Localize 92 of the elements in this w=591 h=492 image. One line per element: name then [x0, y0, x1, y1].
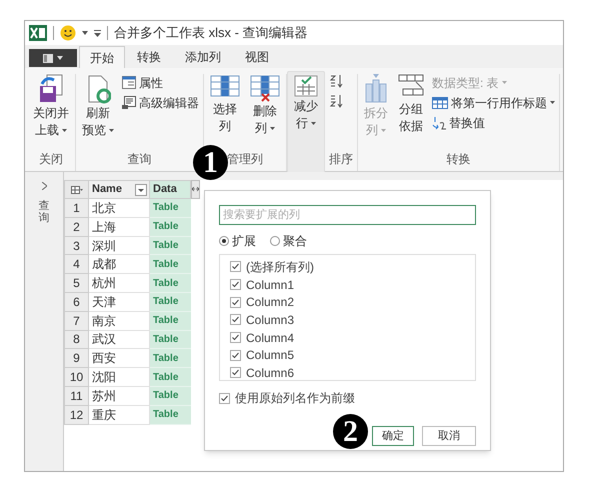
- table-cell: Table: [150, 330, 191, 350]
- checkbox[interactable]: [230, 367, 241, 378]
- ribbon-button[interactable]: 刷新 预览: [80, 74, 116, 138]
- column-option[interactable]: Column3: [230, 311, 475, 329]
- caret-icon[interactable]: [82, 31, 88, 35]
- row-number: 4: [64, 255, 89, 274]
- ribbon-button[interactable]: 关闭并 上载: [31, 74, 71, 138]
- ribbon-button[interactable]: 选择 列: [208, 74, 242, 134]
- checkbox[interactable]: [219, 392, 230, 404]
- replace-values-icon: [432, 116, 446, 130]
- table-cell: Table: [150, 292, 191, 312]
- remove-columns-icon: [250, 74, 280, 102]
- table-menu-button[interactable]: [64, 180, 89, 199]
- row-number: 3: [64, 236, 89, 256]
- row-number: 6: [64, 292, 89, 312]
- expand-column-button[interactable]: [191, 180, 200, 199]
- ribbon-button[interactable]: 属性: [122, 74, 199, 91]
- expand-chevron-icon[interactable]: [42, 182, 46, 190]
- table-cell: Table: [150, 368, 191, 387]
- prefix-option[interactable]: 使用原始列名作为前缀: [219, 389, 476, 407]
- table-cell: Table: [150, 312, 191, 331]
- table-cell: Table: [150, 386, 191, 406]
- sort-button[interactable]: [329, 94, 343, 108]
- column-header[interactable]: Name: [89, 180, 150, 199]
- sort-button[interactable]: [329, 74, 343, 88]
- column-header[interactable]: Data: [150, 180, 191, 199]
- table-cell: Table: [150, 199, 191, 218]
- smiley-icon[interactable]: [60, 25, 76, 41]
- checkbox[interactable]: [230, 314, 241, 326]
- row-number: 8: [64, 330, 89, 350]
- ribbon-tab[interactable]: 添加列: [173, 46, 233, 68]
- ribbon-button[interactable]: 删除 列: [248, 74, 282, 136]
- row-number: 1: [64, 199, 89, 218]
- column-option[interactable]: Column2: [230, 293, 475, 312]
- column-option[interactable]: Column5: [230, 346, 475, 364]
- ribbon-button[interactable]: 将第一行用作标题: [432, 94, 555, 111]
- row-number: 2: [64, 218, 89, 237]
- queries-pane-label[interactable]: 查询: [38, 200, 50, 224]
- menu-icon: [43, 54, 53, 62]
- checkbox[interactable]: [230, 332, 241, 344]
- cancel-button[interactable]: 取消: [422, 426, 476, 446]
- customize-menu-icon[interactable]: [94, 30, 101, 36]
- table-header-icon: [432, 96, 448, 108]
- radio-option[interactable]: 扩展: [219, 232, 256, 250]
- table-icon: [70, 186, 82, 194]
- row-number: 5: [64, 274, 89, 293]
- checkbox[interactable]: [230, 296, 241, 308]
- excel-icon[interactable]: [29, 25, 47, 41]
- window-title: 合并多个工作表 xlsx - 查询编辑器: [114, 24, 308, 42]
- ribbon-button[interactable]: 替换值: [432, 114, 555, 131]
- table-cell: Table: [150, 349, 191, 368]
- checkbox[interactable]: [230, 279, 241, 290]
- group-label: 管理列: [227, 151, 263, 168]
- row-number: 12: [64, 406, 89, 425]
- table-cell: Table: [150, 274, 191, 293]
- ok-button[interactable]: 确定: [372, 426, 414, 446]
- row-number: 10: [64, 368, 89, 387]
- column-option[interactable]: Column6: [230, 364, 475, 382]
- search-field[interactable]: 搜索要扩展的列: [219, 205, 476, 225]
- caret-icon: [57, 56, 63, 60]
- group-label: 查询: [128, 151, 152, 168]
- row-number: 9: [64, 349, 89, 368]
- table-cell: Table: [150, 406, 191, 425]
- reduce-rows-icon: [294, 75, 318, 97]
- editor-icon: [122, 96, 136, 109]
- table-cell: Table: [150, 255, 191, 274]
- group-label: 排序: [329, 151, 353, 168]
- filter-dropdown-icon[interactable]: [135, 184, 147, 196]
- column-option[interactable]: Column1: [230, 276, 475, 294]
- column-option[interactable]: (选择所有列): [230, 258, 475, 276]
- radio-option[interactable]: 聚合: [270, 232, 307, 250]
- ribbon-button[interactable]: 分组 依据: [396, 74, 426, 134]
- sort-ascending-icon: [329, 74, 343, 88]
- file-menu-button[interactable]: [29, 49, 77, 67]
- split-column-icon: [364, 74, 388, 104]
- checkbox[interactable]: [230, 350, 241, 361]
- row-number: 11: [64, 386, 89, 406]
- ribbon-button[interactable]: 高级编辑器: [122, 94, 199, 111]
- ribbon-tab[interactable]: 转换: [125, 46, 173, 68]
- expand-arrows-icon: [192, 187, 199, 192]
- table-cell: Table: [150, 236, 191, 256]
- row-number: 7: [64, 312, 89, 331]
- group-label: 转换: [446, 151, 470, 168]
- column-option[interactable]: Column4: [230, 328, 475, 346]
- save-icon: [38, 74, 64, 104]
- checkbox[interactable]: [230, 261, 241, 272]
- group-label: 关闭: [39, 151, 63, 168]
- ribbon-tab[interactable]: 视图: [233, 46, 281, 68]
- ribbon-tab[interactable]: 开始: [79, 46, 125, 68]
- properties-icon: [122, 76, 136, 89]
- sort-descending-icon: [329, 94, 343, 108]
- table-cell: Table: [150, 218, 191, 237]
